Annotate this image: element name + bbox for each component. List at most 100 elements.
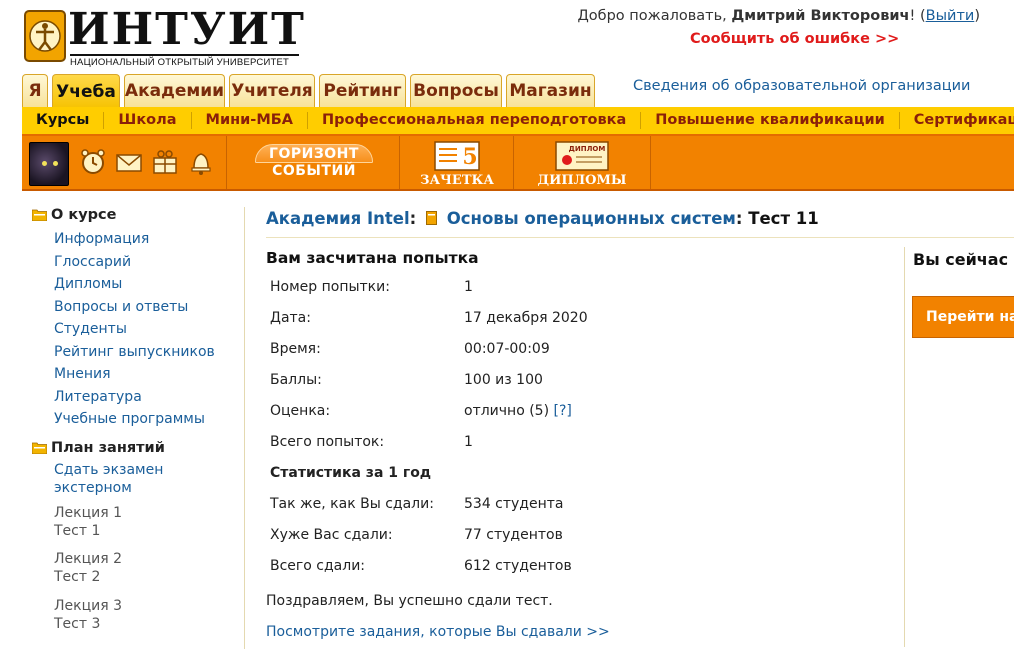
stats-row-same: Так же, как Вы сдали: 534 студента: [270, 489, 650, 520]
toolbar-diplomas-block[interactable]: ДИПЛОМ ДИПЛОМЫ: [514, 136, 651, 189]
sidebar-divider: [244, 207, 245, 649]
go-to-button[interactable]: Перейти на: [912, 296, 1014, 338]
welcome-bar: Добро пожаловать, Дмитрий Викторович! (В…: [577, 8, 980, 24]
breadcrumb-divider: [266, 237, 1014, 238]
tab-me[interactable]: Я: [22, 74, 48, 107]
horizon-line-1: ГОРИЗОНТ: [269, 146, 359, 162]
result-table: Номер попытки: 1 Дата: 17 декабря 2020 В…: [270, 272, 650, 582]
subnav-certification[interactable]: Сертификации: [900, 112, 1014, 129]
gradebook-mark: 5: [462, 144, 477, 170]
sidebar-item-graduate-rating[interactable]: Рейтинг выпускников: [54, 341, 232, 364]
horizon-line-2: СОБЫТИЙ: [272, 163, 356, 179]
sidebar-lecture-2[interactable]: Лекция 2: [54, 550, 232, 568]
sidebar-item-faq[interactable]: Вопросы и ответы: [54, 296, 232, 319]
view-tasks-link[interactable]: Посмотрите задания, которые Вы сдавали >…: [266, 624, 610, 640]
toolbar-horizon-block[interactable]: ГОРИЗОНТ СОБЫТИЙ: [227, 136, 400, 189]
gift-icon[interactable]: [151, 148, 179, 176]
tab-rating[interactable]: Рейтинг: [319, 74, 406, 107]
sidebar-test-1[interactable]: Тест 1: [54, 522, 232, 540]
diplomas-button[interactable]: ДИПЛОМ ДИПЛОМЫ: [534, 140, 630, 188]
about-course-heading[interactable]: О курсе: [32, 207, 232, 223]
sidebar-item-literature[interactable]: Литература: [54, 386, 232, 409]
welcome-text: Добро пожаловать,: [577, 8, 727, 24]
folder-icon: [32, 442, 47, 454]
envelope-icon[interactable]: [115, 148, 143, 176]
tab-questions[interactable]: Вопросы: [410, 74, 502, 107]
tab-teachers[interactable]: Учителя: [229, 74, 315, 107]
stats-label: Всего сдали:: [270, 558, 366, 574]
result-label: Оценка:: [270, 403, 331, 419]
logout-link[interactable]: Выйти: [926, 8, 975, 24]
sidebar-item-curricula[interactable]: Учебные программы: [54, 408, 232, 431]
sidebar-item-opinions[interactable]: Мнения: [54, 363, 232, 386]
result-label: Дата:: [270, 310, 311, 326]
stats-row-total: Всего сдали: 612 студентов: [270, 551, 650, 582]
result-label: Номер попытки:: [270, 279, 390, 295]
breadcrumb-course[interactable]: Основы операционных систем: [447, 209, 736, 228]
subnav-mini-mba[interactable]: Мини-МБА: [192, 112, 309, 129]
toolbar-gradebook-block[interactable]: 5 ЗАЧЕТКА: [400, 136, 514, 189]
alarm-clock-icon[interactable]: [79, 148, 107, 176]
folder-icon: [32, 209, 47, 221]
stats-value: 77 студентов: [464, 527, 563, 543]
result-row-total-attempts: Всего попыток: 1: [270, 427, 650, 458]
stats-title: Статистика за 1 год: [270, 465, 432, 481]
right-panel-title: Вы сейчас: [913, 250, 1009, 269]
bell-icon[interactable]: [187, 148, 215, 176]
orange-toolbar: ГОРИЗОНТ СОБЫТИЙ 5 ЗАЧЕТКА ДИПЛОМ ДИПЛОМ…: [22, 134, 1014, 191]
logo-wordmark: ИНТУИТ: [68, 4, 306, 55]
stats-row-worse: Хуже Вас сдали: 77 студентов: [270, 520, 650, 551]
result-row-grade: Оценка: отлично (5) [?]: [270, 396, 650, 427]
sidebar-test-2[interactable]: Тест 2: [54, 568, 232, 586]
subnav-qualification[interactable]: Повышение квалификации: [641, 112, 900, 129]
lesson-plan-title: План занятий: [51, 439, 165, 456]
subnav-courses[interactable]: Курсы: [22, 112, 105, 129]
result-label: Баллы:: [270, 372, 322, 388]
sidebar-item-students[interactable]: Студенты: [54, 318, 232, 341]
result-row-time: Время: 00:07-00:09: [270, 334, 650, 365]
course-sidebar: О курсе Информация Глоссарий Дипломы Воп…: [32, 207, 232, 633]
sidebar-test-3[interactable]: Тест 3: [54, 615, 232, 633]
sidebar-item-glossary[interactable]: Глоссарий: [54, 251, 232, 274]
diploma-icon: ДИПЛОМ: [555, 141, 609, 171]
main-tabs: Я Учеба Академии Учителя Рейтинг Вопросы…: [22, 74, 595, 109]
sidebar-item-info[interactable]: Информация: [54, 228, 232, 251]
sidebar-item-diplomas[interactable]: Дипломы: [54, 273, 232, 296]
result-label: Время:: [270, 341, 321, 357]
lesson-plan-heading[interactable]: План занятий: [32, 440, 232, 456]
breadcrumb-academy[interactable]: Академия Intel: [266, 209, 410, 228]
org-info-link[interactable]: Сведения об образовательной организации: [633, 78, 970, 94]
breadcrumb: Академия Intel: Основы операционных сист…: [266, 209, 819, 228]
result-row-score: Баллы: 100 из 100: [270, 365, 650, 396]
avatar[interactable]: [29, 142, 69, 186]
subnav-school[interactable]: Школа: [104, 112, 192, 129]
result-title: Вам засчитана попытка: [266, 249, 479, 267]
tab-study[interactable]: Учеба: [52, 74, 120, 109]
result-value: 100 из 100: [464, 372, 543, 388]
sidebar-lecture-1[interactable]: Лекция 1: [54, 504, 232, 522]
breadcrumb-current: Тест 11: [748, 209, 819, 228]
gradebook-icon: 5: [434, 141, 480, 171]
logo-subtitle: НАЦИОНАЛЬНЫЙ ОТКРЫТЫЙ УНИВЕРСИТЕТ: [70, 54, 299, 68]
gradebook-button[interactable]: 5 ЗАЧЕТКА: [417, 140, 497, 188]
logout-paren-close: ): [974, 8, 980, 24]
book-icon: [426, 211, 437, 225]
sidebar-item-external-exam[interactable]: Сдать экзамен экстерном: [54, 461, 232, 497]
result-value: отлично (5) [?]: [464, 396, 572, 427]
sub-navigation: Курсы Школа Мини-МБА Профессиональная пе…: [22, 107, 1014, 134]
tab-academies[interactable]: Академии: [124, 74, 225, 107]
sidebar-lecture-3[interactable]: Лекция 3: [54, 597, 232, 615]
report-error-link[interactable]: Сообщить об ошибке >>: [690, 31, 899, 47]
result-value: 17 декабря 2020: [464, 310, 588, 326]
tab-shop[interactable]: Магазин: [506, 74, 595, 107]
breadcrumb-separator: :: [735, 209, 743, 228]
subnav-retraining[interactable]: Профессиональная переподготовка: [308, 112, 642, 129]
result-row-attempt: Номер попытки: 1: [270, 272, 650, 303]
intuit-logo[interactable]: ИНТУИТ НАЦИОНАЛЬНЫЙ ОТКРЫТЫЙ УНИВЕРСИТЕТ: [24, 4, 304, 68]
result-row-date: Дата: 17 декабря 2020: [270, 303, 650, 334]
logo-emblem-icon: [24, 10, 66, 62]
stats-value: 534 студента: [464, 496, 564, 512]
external-exam-line-2: экстерном: [54, 479, 132, 496]
grade-help-link[interactable]: [?]: [554, 403, 572, 419]
result-label: Всего попыток:: [270, 434, 385, 450]
